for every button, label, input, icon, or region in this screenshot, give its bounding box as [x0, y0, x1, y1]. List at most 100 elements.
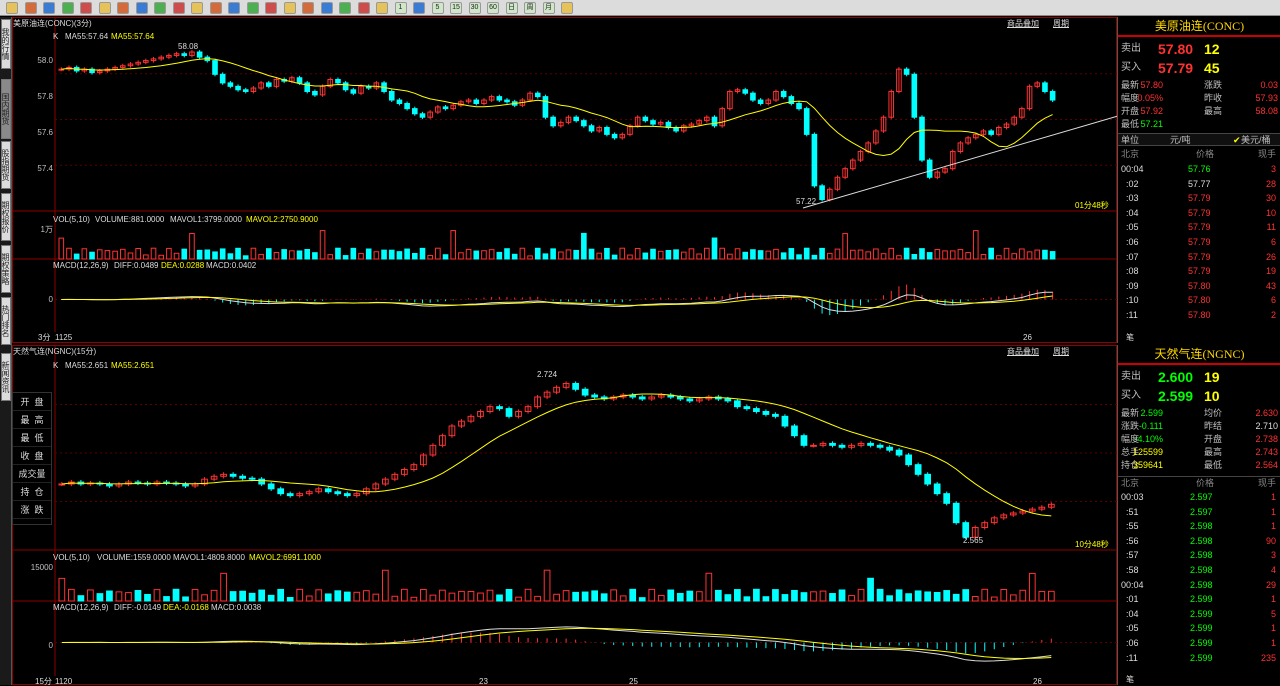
volume-bar — [144, 593, 151, 602]
side-tabs: 我的行情 国内期货 股指期货 期权报价 期权策略 热门排名 新闻资讯 — [0, 17, 12, 685]
volume-bar — [534, 247, 541, 260]
candle — [750, 92, 756, 101]
volume-bar — [980, 254, 987, 260]
volume-bar — [77, 595, 85, 602]
volume-bar — [429, 594, 437, 602]
refresh-icon[interactable] — [61, 2, 74, 14]
page-icon[interactable] — [302, 2, 314, 14]
side-tab-domestic-futures[interactable]: 国内期货 — [1, 79, 11, 139]
volume-bar — [465, 248, 472, 260]
draw-icon[interactable] — [154, 2, 166, 14]
period-button[interactable]: 周 — [524, 2, 536, 14]
side-tab-hot-rank[interactable]: 热门排名 — [1, 297, 11, 345]
overlay-link[interactable]: 商品叠加 — [1007, 347, 1039, 356]
candle — [388, 90, 395, 101]
candle — [914, 464, 922, 475]
volume-bar — [553, 593, 560, 602]
table-icon[interactable] — [209, 2, 222, 14]
period-button[interactable]: 月 — [542, 2, 555, 14]
forward-icon[interactable] — [43, 2, 55, 14]
volume-bar — [265, 248, 272, 260]
volume-bar — [591, 590, 599, 602]
candle — [304, 82, 311, 92]
period-link[interactable]: 周期 — [1053, 19, 1069, 28]
page-icon[interactable] — [376, 2, 388, 14]
volume-bar — [773, 248, 779, 260]
unit-row[interactable]: 单位 元/吨 ✔ 美元/桶 — [1118, 133, 1280, 146]
volume-bar — [1011, 253, 1018, 260]
side-tab-news[interactable]: 新闻资讯 — [1, 353, 11, 401]
period-button[interactable]: 1 — [394, 2, 407, 14]
volume-bar — [343, 591, 351, 602]
volume-bar — [473, 250, 480, 260]
volume-bar — [153, 589, 161, 602]
stat-row: 持仓 359641 最低 2.564 — [1121, 460, 1278, 470]
period-button[interactable]: 30 — [468, 2, 481, 14]
volume-bar — [350, 247, 357, 260]
volume-bar — [686, 590, 694, 602]
volume-bar — [477, 592, 484, 602]
page-icon[interactable] — [283, 2, 296, 14]
volume-bar — [665, 250, 672, 260]
volume-bar — [87, 589, 94, 602]
chart-icon[interactable] — [228, 2, 240, 14]
side-tab-options-quotes[interactable]: 期权报价 — [1, 193, 11, 241]
ma-line — [61, 393, 1052, 517]
page-icon[interactable] — [320, 2, 333, 14]
ytick: 58.0 — [37, 56, 53, 65]
volume-bar — [427, 254, 433, 260]
candle — [943, 493, 951, 504]
side-tab-my-quotes[interactable]: 我的行情 — [1, 19, 11, 69]
side-tab-options-strategy[interactable]: 期权策略 — [1, 245, 11, 293]
volume-bar — [420, 588, 427, 602]
volume-bar — [803, 247, 810, 260]
candle — [496, 406, 503, 410]
volume-bar — [990, 596, 998, 602]
period-button[interactable]: 日 — [505, 2, 518, 14]
period-link[interactable]: 周期 — [1053, 347, 1069, 356]
volume-bar — [750, 249, 756, 260]
zoom-reset-icon[interactable] — [117, 2, 129, 14]
menu-icon[interactable] — [561, 2, 573, 14]
tick-row: :01 2.599 1 — [1126, 594, 1276, 605]
ma-label: MA55:57.64 — [65, 32, 109, 41]
tick-row: :57 2.598 3 — [1126, 550, 1276, 561]
home-icon[interactable] — [6, 2, 18, 14]
period-button[interactable]: 15 — [450, 2, 462, 14]
fav-icon[interactable] — [172, 2, 185, 14]
stats-icon[interactable] — [191, 2, 203, 14]
countdown-label: 10分48秒 — [1075, 540, 1109, 549]
side-tab-index-futures[interactable]: 股指期货 — [1, 141, 11, 189]
change-label: 涨 跌 — [13, 501, 51, 519]
volume-bar — [619, 247, 626, 260]
volume-bar — [962, 589, 970, 602]
zoom-out-icon[interactable] — [98, 2, 111, 14]
conc-chart-panel[interactable]: 美原油连(CONC)(3分) 商品叠加 周期 K MA55:57.64 MA55… — [12, 17, 1118, 343]
volume-bar — [634, 247, 641, 260]
volume-bar — [648, 588, 656, 602]
edit-icon[interactable] — [135, 2, 148, 14]
volume-bar — [191, 589, 199, 602]
volume-bar — [189, 232, 195, 260]
candle — [267, 483, 275, 490]
down-icon[interactable] — [413, 2, 425, 14]
vol-value: VOLUME:881.0000 — [95, 215, 165, 224]
period-button[interactable]: 60 — [487, 2, 499, 14]
volume-bar — [933, 591, 941, 602]
page-icon[interactable] — [357, 2, 370, 14]
volume-bar — [1042, 249, 1048, 260]
volume-bar — [619, 595, 627, 602]
page-icon[interactable] — [246, 2, 259, 14]
overlay-link[interactable]: 商品叠加 — [1007, 19, 1039, 28]
volume-bar — [281, 249, 287, 260]
page-icon[interactable] — [339, 2, 351, 14]
volume-bar — [886, 595, 893, 602]
ticks-header: 北京 价格 现手 — [1121, 149, 1276, 159]
zoom-in-icon[interactable] — [80, 2, 92, 14]
ngnc-chart-panel[interactable]: 天然气连(NGNC)(15分) 商品叠加 周期 K MA55:2.651 MA5… — [12, 345, 1118, 686]
page-icon[interactable] — [265, 2, 277, 14]
period-button[interactable]: 5 — [431, 2, 444, 14]
back-icon[interactable] — [24, 2, 37, 14]
volume-bar — [358, 253, 364, 260]
tick-row: :10 57.80 6 — [1126, 295, 1276, 306]
